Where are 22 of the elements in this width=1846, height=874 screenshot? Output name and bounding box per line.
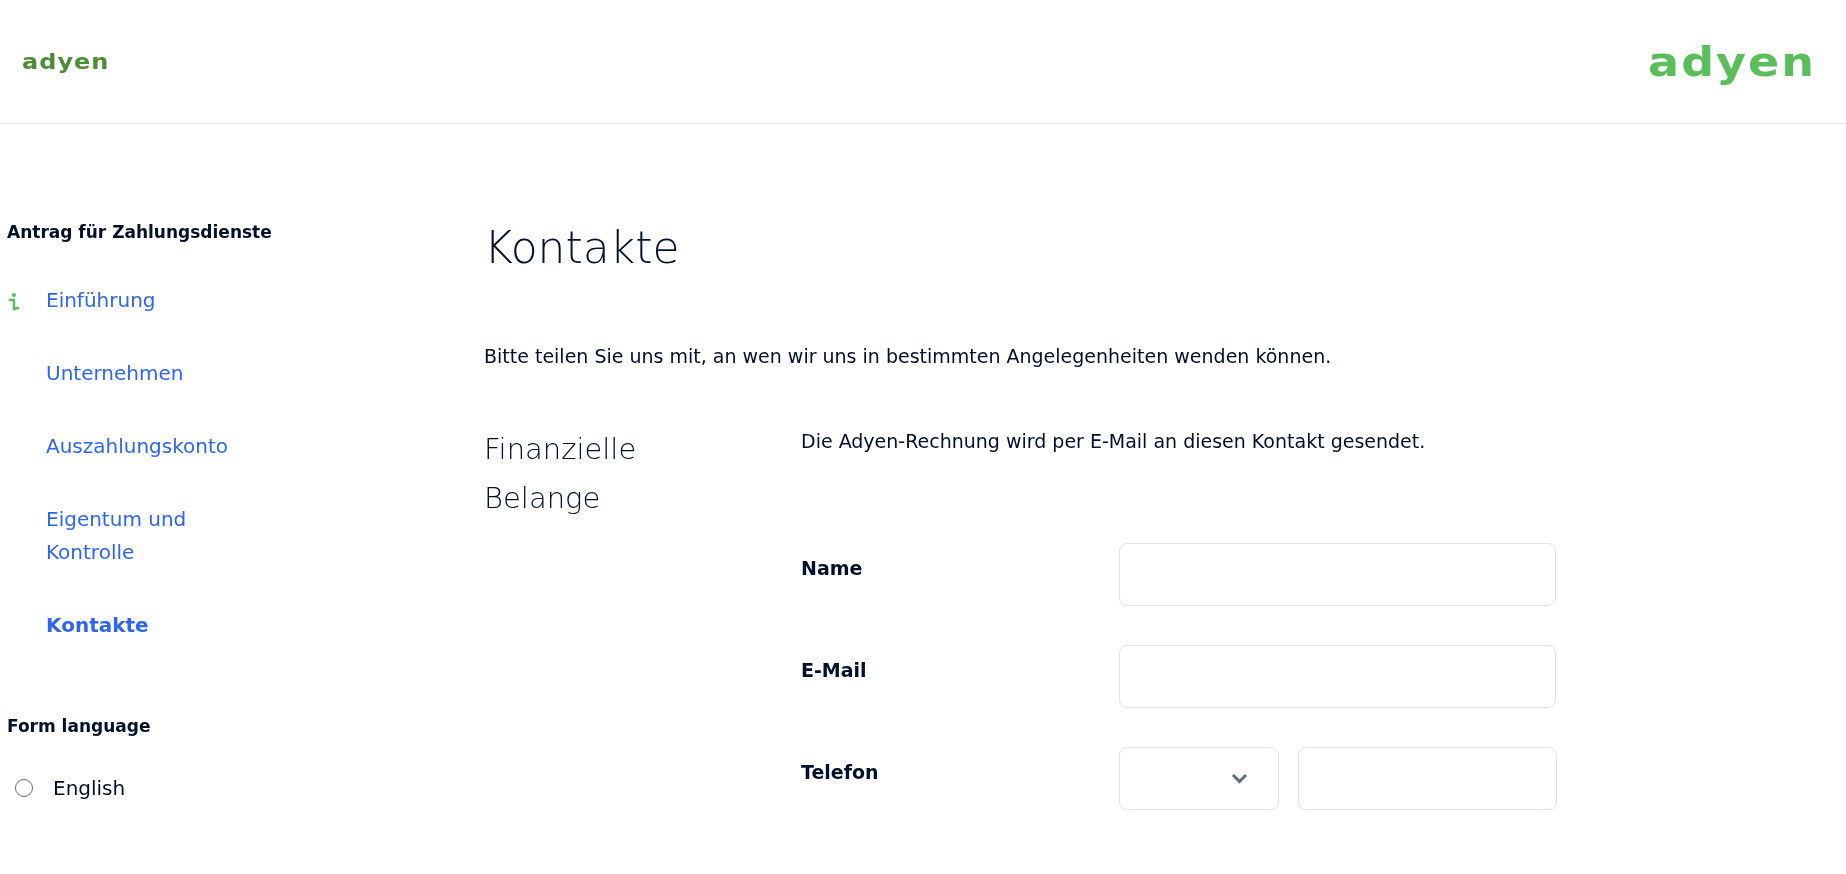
phone-field[interactable] — [1298, 746, 1557, 810]
sidebar-title: Antrag für Zahlungsdienste — [7, 222, 273, 242]
field-label: Name — [801, 555, 864, 581]
nav-link[interactable]: Unternehmen — [46, 357, 246, 390]
nav-link[interactable]: Eigentum und Kontrolle — [46, 503, 246, 569]
field-label: Telefon — [801, 759, 880, 785]
logo: adyen — [1648, 40, 1816, 83]
field-label: E-Mail — [801, 657, 868, 683]
page-title: Kontakte — [484, 222, 681, 275]
input-field[interactable] — [1119, 542, 1556, 606]
input-field[interactable] — [1119, 644, 1556, 708]
chevron-down-icon — [1231, 772, 1248, 784]
nav-link[interactable]: Auszahlungskonto — [46, 430, 246, 463]
section-title: Form language — [7, 716, 152, 736]
nav-link[interactable]: Einführung — [46, 284, 246, 317]
country-code-select[interactable] — [1119, 746, 1279, 810]
section-title: Finanzielle Belange — [484, 430, 638, 517]
radio-label: English — [53, 776, 126, 800]
section-description: Die Adyen-Rechnung wird per E-Mail an diesen Kontakt gesendet. — [801, 428, 1427, 454]
logo: adyen — [22, 50, 110, 73]
nav-link[interactable]: Kontakte — [46, 609, 246, 642]
intro-text: Bitte teilen Sie uns mit, an wen wir uns in bestimmten Angelegenheiten wenden können. — [484, 344, 1333, 367]
